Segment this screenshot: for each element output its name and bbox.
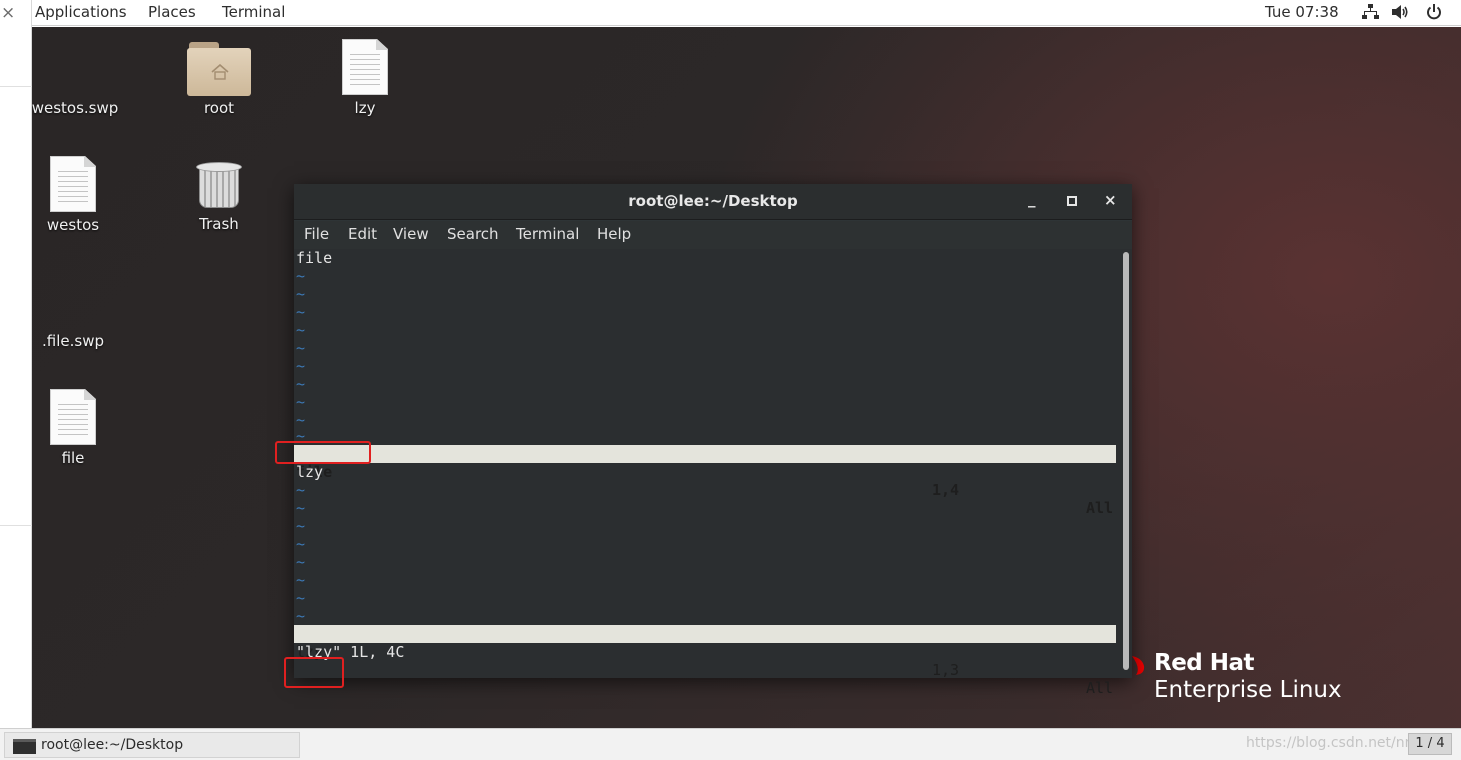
redhat-logo: Red Hat Enterprise Linux [1154, 650, 1342, 703]
terminal-icon [13, 739, 36, 754]
buffer-line: lzy [296, 463, 324, 481]
taskbar: root@lee:~/Desktop https://blog.csdn.net… [0, 728, 1461, 760]
empty-line: ~ [296, 285, 306, 303]
buffer-line: file [296, 249, 333, 267]
divider [0, 525, 32, 526]
empty-line: ~ [296, 267, 306, 285]
menu-search[interactable]: Search [447, 225, 499, 243]
scrollbar-thumb[interactable] [1123, 252, 1129, 670]
menu-edit[interactable]: Edit [348, 225, 377, 243]
top-bar: Applications Places Terminal Tue 07:38 [32, 0, 1461, 26]
logo-line-2: Enterprise Linux [1154, 677, 1342, 703]
icon-label: Trash [199, 215, 239, 233]
empty-line: ~ [296, 607, 306, 625]
menu-file[interactable]: File [304, 225, 329, 243]
empty-line: ~ [296, 375, 306, 393]
menu-help[interactable]: Help [597, 225, 631, 243]
minimize-button[interactable]: _ [1028, 190, 1036, 208]
left-strip: × [0, 0, 32, 728]
desktop-icon-root[interactable]: root [164, 40, 274, 117]
icon-label: westos.swp [32, 99, 119, 117]
desktop-icon-westos[interactable]: westos [32, 156, 128, 234]
desktop-icon-lzy[interactable]: lzy [310, 39, 420, 117]
status-scroll: All [1086, 499, 1114, 517]
document-icon [342, 39, 388, 95]
icon-label: westos [46, 216, 100, 234]
desktop-icon-trash[interactable]: Trash [164, 160, 274, 233]
scrollbar[interactable] [1120, 249, 1132, 678]
clock[interactable]: Tue 07:38 [1265, 3, 1339, 21]
close-button[interactable]: × [1104, 191, 1117, 209]
status-scroll: All [1086, 679, 1114, 697]
places-menu[interactable]: Places [148, 3, 196, 21]
desktop-icon-westos-swp[interactable]: westos.swp [32, 99, 130, 117]
window-title: root@lee:~/Desktop [628, 192, 798, 210]
menu-terminal[interactable]: Terminal [516, 225, 579, 243]
terminal-menu[interactable]: Terminal [222, 3, 285, 21]
icon-label: file [61, 449, 85, 467]
status-position: 1,3 [932, 661, 960, 679]
empty-line: ~ [296, 571, 306, 589]
workspace-switcher[interactable]: 1 / 4 [1408, 733, 1452, 755]
menu-view[interactable]: View [393, 225, 429, 243]
empty-line: ~ [296, 321, 306, 339]
status-line-top: file 1,4 All [294, 445, 1116, 517]
empty-line: ~ [296, 535, 306, 553]
empty-line: ~ [296, 517, 306, 535]
empty-line: ~ [296, 339, 306, 357]
empty-line: ~ [296, 481, 306, 499]
folder-icon [187, 40, 251, 96]
terminal-content[interactable]: file ~ ~ ~ ~ ~ ~ ~ ~ ~ ~ file 1,4 All lz… [294, 249, 1120, 697]
status-line-bottom: lzy 1,3 All [294, 625, 1116, 697]
empty-line: ~ [296, 303, 306, 321]
desktop-icon-file-swp[interactable]: .file.swp [32, 332, 128, 350]
logo-line-1: Red Hat [1154, 650, 1255, 676]
document-icon [50, 156, 96, 212]
empty-line: ~ [296, 499, 306, 517]
window-titlebar[interactable]: root@lee:~/Desktop _ × [294, 184, 1132, 220]
taskbar-item-terminal[interactable]: root@lee:~/Desktop [4, 732, 300, 758]
volume-icon[interactable] [1392, 4, 1410, 24]
message-info: 1L, 4C [341, 643, 405, 661]
document-icon [50, 389, 96, 445]
desktop-icon-file[interactable]: file [32, 389, 128, 467]
empty-line: ~ [296, 589, 306, 607]
maximize-button[interactable] [1067, 192, 1077, 210]
empty-line: ~ [296, 357, 306, 375]
maximize-icon [1067, 196, 1077, 206]
status-position: 1,4 [932, 481, 960, 499]
divider [0, 86, 32, 87]
trash-icon [195, 160, 243, 210]
empty-line: ~ [296, 553, 306, 571]
applications-menu[interactable]: Applications [35, 3, 127, 21]
empty-line: ~ [296, 393, 306, 411]
annotation-box [284, 657, 344, 688]
terminal-menubar: File Edit View Search Terminal Help [294, 221, 1132, 249]
icon-label: .file.swp [42, 332, 104, 350]
close-icon[interactable]: × [1, 3, 15, 23]
network-icon[interactable] [1362, 4, 1379, 24]
icon-label: lzy [354, 99, 376, 117]
terminal-window[interactable]: root@lee:~/Desktop _ × File Edit View Se… [275, 184, 1132, 697]
taskbar-item-label: root@lee:~/Desktop [41, 737, 184, 753]
watermark: https://blog.csdn.net/nnn [1246, 735, 1423, 751]
power-icon[interactable] [1426, 4, 1442, 24]
icon-label: root [203, 99, 235, 117]
annotation-box [275, 441, 371, 464]
